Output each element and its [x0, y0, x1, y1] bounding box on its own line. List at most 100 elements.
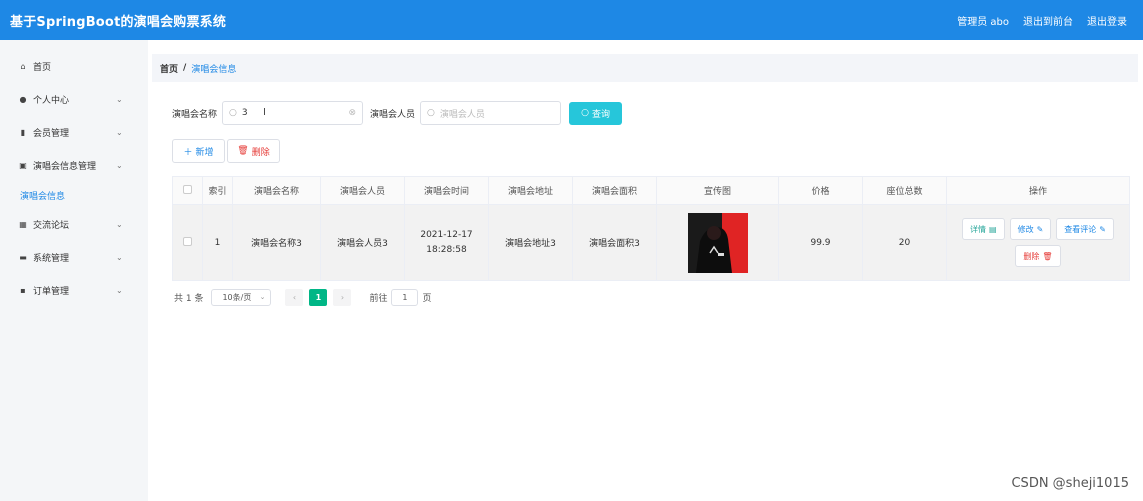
- prev-page-button[interactable]: ‹: [285, 288, 304, 306]
- briefcase-icon: ▬: [19, 253, 27, 262]
- select-all-checkbox[interactable]: [183, 184, 192, 194]
- table-row: 1 演唱会名称3 演唱会人员3 2021-12-17 18:28:58 演唱会地…: [172, 204, 1130, 281]
- chevron-down-icon: ⌄: [116, 128, 123, 137]
- detail-button[interactable]: 详情 ▤: [962, 218, 1005, 240]
- sidebar-subitem-concert-info[interactable]: 演唱会信息: [0, 182, 148, 208]
- page-number-current[interactable]: 1: [309, 288, 328, 306]
- view-reviews-button[interactable]: 查看评论 ✎: [1056, 218, 1114, 240]
- cell-poster: [656, 204, 779, 281]
- concert-singer-placeholder: 演唱会人员: [439, 109, 485, 120]
- query-button[interactable]: ○ 查询: [569, 101, 623, 125]
- trash-icon: 🗑: [237, 146, 249, 156]
- back-to-front-link[interactable]: 退出到前台: [1023, 13, 1073, 28]
- column-header: 宣传图: [656, 176, 779, 205]
- concert-name-value: 3: [241, 108, 248, 118]
- add-button-label: 新增: [195, 147, 214, 158]
- sidebar-item-label: 订单管理: [33, 287, 70, 297]
- goto-prefix: 前往: [369, 293, 388, 304]
- grid-icon: ▦: [19, 220, 27, 229]
- row-select-cell[interactable]: [172, 204, 203, 281]
- chevron-down-icon: ⌄: [116, 286, 123, 295]
- pencil-icon: ✎: [1036, 224, 1044, 234]
- search-icon: ○: [427, 108, 435, 118]
- pencil-icon: ✎: [1099, 224, 1106, 234]
- add-button[interactable]: ＋ 新增: [172, 139, 225, 163]
- breadcrumb: 首页 / 演唱会信息: [152, 54, 1138, 82]
- home-icon: ⌂: [20, 62, 26, 71]
- action-toolbar: ＋ 新增 🗑 删除: [172, 139, 280, 163]
- column-header: 演唱会名称: [232, 176, 321, 205]
- sidebar-item-label: 会员管理: [33, 129, 70, 139]
- select-all-header[interactable]: [172, 176, 203, 205]
- search-icon: ○: [581, 108, 589, 118]
- clipboard-icon: ▣: [19, 161, 27, 170]
- sidebar-item-label: 个人中心: [33, 96, 70, 106]
- column-header: 座位总数: [862, 176, 947, 205]
- breadcrumb-home[interactable]: 首页: [160, 62, 178, 75]
- cell-singer: 演唱会人员3: [320, 204, 405, 281]
- page-size-value: 10条/页: [222, 292, 252, 302]
- chevron-down-icon: ⌄: [259, 293, 266, 301]
- header-actions: 管理员 abo 退出到前台 退出登录: [957, 13, 1127, 28]
- sidebar-item-home[interactable]: ⌂ 首页: [0, 50, 148, 83]
- goto-page: 前往 1 页: [369, 288, 431, 306]
- goto-page-input[interactable]: 1: [391, 288, 419, 306]
- cell-area: 演唱会面积3: [572, 204, 657, 281]
- chevron-down-icon: ⌄: [116, 220, 123, 229]
- chevron-down-icon: ⌄: [116, 253, 123, 262]
- row-delete-label: 删除: [1023, 251, 1040, 261]
- concert-name-input[interactable]: ○ 3 I ⊗: [222, 101, 364, 125]
- plus-icon: ＋: [183, 147, 193, 158]
- logout-link[interactable]: 退出登录: [1087, 13, 1127, 28]
- column-header: 操作: [946, 176, 1130, 205]
- cell-price: 99.9: [778, 204, 863, 281]
- cell-operations: 详情 ▤ 修改 ✎ 查看评论 ✎ 删除 🗑: [946, 204, 1130, 281]
- chevron-down-icon: ⌄: [116, 161, 123, 170]
- main-content: 首页 / 演唱会信息 演唱会名称 ○ 3 I ⊗ 演唱会人员 ○ 演唱会人员 ○…: [148, 40, 1143, 501]
- sidebar-item-concert-management[interactable]: ▣ 演唱会信息管理 ⌄: [0, 149, 148, 182]
- search-bar: 演唱会名称 ○ 3 I ⊗ 演唱会人员 ○ 演唱会人员 ○ 查询: [172, 101, 623, 125]
- cell-time: 2021-12-17 18:28:58: [404, 204, 489, 281]
- clear-icon[interactable]: ⊗: [348, 108, 356, 118]
- user-icon: ●: [19, 95, 27, 104]
- chat-icon: ▪: [20, 286, 26, 295]
- edit-button-label: 修改: [1017, 224, 1034, 234]
- sidebar-item-personal[interactable]: ● 个人中心 ⌄: [0, 83, 148, 116]
- page-size-select[interactable]: 10条/页 ⌄: [211, 288, 272, 306]
- concert-name-label: 演唱会名称: [172, 109, 218, 120]
- cell-address: 演唱会地址3: [488, 204, 573, 281]
- pagination: 共 1 条 10条/页 ⌄ ‹ 1 › 前往 1 页: [174, 288, 431, 306]
- chevron-down-icon: ⌄: [116, 95, 123, 104]
- chevron-left-icon: ‹: [292, 292, 297, 302]
- app-title: 基于SpringBoot的演唱会购票系统: [10, 14, 227, 30]
- chevron-right-icon: ›: [340, 292, 345, 302]
- sidebar-item-system[interactable]: ▬ 系统管理 ⌄: [0, 241, 148, 274]
- next-page-button[interactable]: ›: [333, 288, 352, 306]
- edit-button[interactable]: 修改 ✎: [1009, 218, 1052, 240]
- search-icon: ○: [229, 108, 237, 118]
- sidebar-item-members[interactable]: ▮ 会员管理 ⌄: [0, 116, 148, 149]
- cell-index: 1: [202, 204, 233, 281]
- current-user-label[interactable]: 管理员 abo: [957, 13, 1009, 28]
- column-header: 演唱会面积: [572, 176, 657, 205]
- csdn-watermark: CSDN @sheji1015: [1011, 476, 1129, 491]
- trash-icon: 🗑: [1042, 251, 1053, 261]
- column-header: 演唱会人员: [320, 176, 405, 205]
- query-button-label: 查询: [591, 109, 610, 120]
- column-header: 演唱会时间: [404, 176, 489, 205]
- batch-delete-button[interactable]: 🗑 删除: [227, 139, 280, 163]
- delete-button-label: 删除: [251, 147, 270, 158]
- sidebar-item-orders[interactable]: ▪ 订单管理 ⌄: [0, 274, 148, 307]
- row-checkbox[interactable]: [183, 236, 192, 246]
- poster-image[interactable]: [687, 212, 748, 273]
- cell-seats: 20: [862, 204, 947, 281]
- concert-table: 索引 演唱会名称 演唱会人员 演唱会时间 演唱会地址 演唱会面积 宣传图 价格 …: [172, 176, 1130, 281]
- column-header: 演唱会地址: [488, 176, 573, 205]
- row-delete-button[interactable]: 删除 🗑: [1015, 245, 1061, 267]
- concert-singer-label: 演唱会人员: [370, 109, 416, 120]
- sidebar-item-label: 系统管理: [33, 254, 70, 264]
- sidebar-item-label: 交流论坛: [33, 221, 70, 231]
- sidebar-item-forum[interactable]: ▦ 交流论坛 ⌄: [0, 208, 148, 241]
- concert-singer-input[interactable]: ○ 演唱会人员: [420, 101, 562, 125]
- bar-chart-icon: ▮: [20, 128, 26, 137]
